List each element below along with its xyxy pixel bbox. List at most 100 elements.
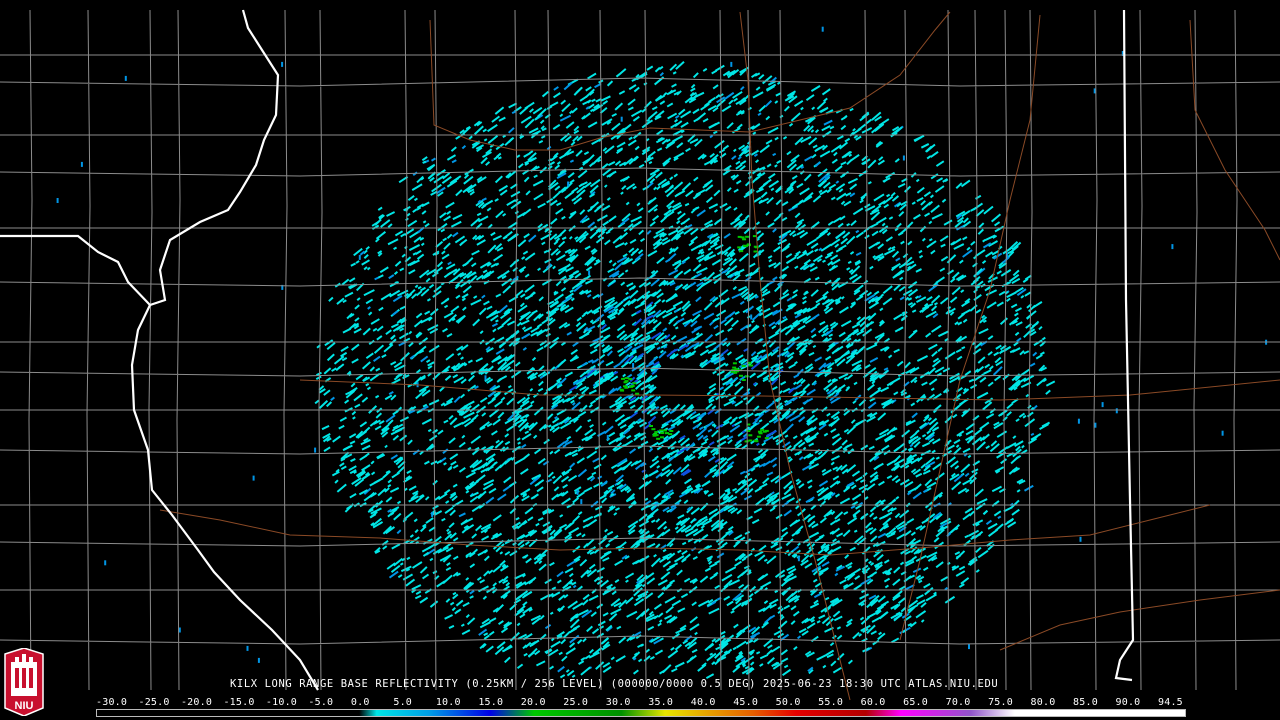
echo-gate [556,202,562,207]
echo-gate [428,434,438,442]
echo-gate [425,517,434,524]
echo-gate [539,633,547,641]
echo-gate [810,313,820,321]
echo-gate [658,619,663,623]
echo-gate [915,472,923,478]
echo-gate [672,466,682,475]
echo-gate [377,206,383,211]
echo-gate [685,189,694,198]
echo-gate [984,363,991,369]
echo-gate [334,479,339,484]
echo-gate [510,190,521,198]
echo-gate [810,242,819,249]
echo-gate [624,269,629,273]
echo-gate [704,472,711,478]
echo-gate [516,437,521,441]
echo-gate [663,525,668,530]
echo-gate [834,511,844,520]
echo-gate [600,454,607,461]
echo-gate [429,308,439,316]
echo-gate [769,456,778,464]
echo-gate [501,645,513,653]
echo-gate [759,144,771,154]
echo-gate [646,65,654,71]
echo-gate [949,296,958,304]
echo-gate [470,435,482,444]
echo-gate [667,649,679,659]
echo-gate [653,492,662,500]
echo-gate [409,534,414,538]
echo-gate [1014,331,1020,336]
echo-gate [404,256,412,263]
echo-gate [707,428,713,433]
echo-gate [645,328,656,335]
echo-gate [966,246,971,251]
echo-gate [970,240,976,246]
echo-gate [432,504,439,510]
echo-gate [524,294,534,300]
echo-gate [616,324,626,332]
echo-gate [491,322,498,328]
echo-gate [568,572,574,578]
echo-gate [424,310,431,316]
echo-gate [439,212,447,219]
echo-gate [566,502,575,509]
echo-gate [713,220,720,226]
echo-gate [578,660,585,665]
echo-gate [365,352,374,360]
echo-gate [470,370,477,376]
echo-gate [675,220,681,225]
echo-gate [670,348,679,354]
echo-gate [897,182,906,189]
echo-gate [529,388,534,392]
echo-gate [339,462,345,467]
echo-gate [783,604,791,610]
echo-gate [770,187,775,192]
echo-gate [846,235,856,245]
echo-gate [780,649,788,656]
echo-gate [515,516,520,521]
echo-gate [336,483,347,493]
echo-gate [617,272,625,279]
echo-gate [509,260,517,268]
echo-gate [648,161,653,165]
echo-gate [1030,432,1035,436]
echo-gate [450,305,460,313]
echo-gate [962,447,971,454]
echo-gate [723,595,731,601]
echo-gate [831,545,842,553]
echo-gate [836,626,842,630]
echo-gate [879,514,889,520]
echo-gate [826,412,831,417]
echo-gate [782,668,792,677]
reflectivity-echoes [56,26,1268,680]
echo-gate [453,421,464,429]
echo-gate [934,185,945,193]
echo-gate [387,223,393,229]
echo-gate [780,657,789,663]
echo-gate [708,441,715,446]
echo-gate [772,152,777,157]
echo-gate [768,258,773,263]
echo-gate [443,304,449,309]
echo-gate [567,474,578,482]
echo-gate [583,151,590,156]
echo-gate [560,287,567,292]
echo-gate [524,578,535,586]
echo-gate [1038,325,1043,331]
echo-gate [749,585,757,593]
echo-gate [520,116,531,124]
echo-gate [683,577,691,583]
echo-gate [582,524,589,529]
echo-gate [581,533,586,538]
echo-gate [953,243,965,250]
echo-gate [818,614,826,620]
echo-gate [888,216,894,220]
echo-gate [890,191,896,197]
echo-gate [455,294,461,300]
echo-gate [924,212,931,218]
echo-gate [826,232,831,237]
echo-gate [732,646,737,651]
echo-gate [653,234,660,239]
echo-gate [451,606,456,612]
